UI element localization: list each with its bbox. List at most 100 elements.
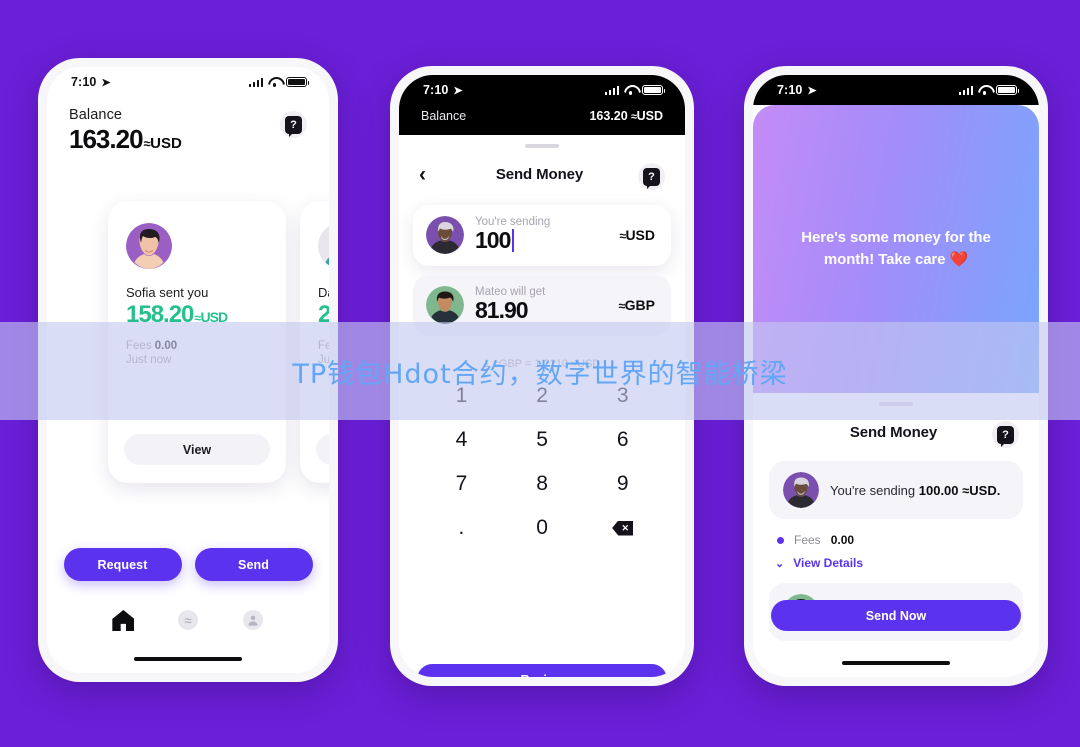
confirm-sheet: Send Money ? You're sending 100.00 ≈USD.… (753, 393, 1039, 677)
request-button[interactable]: Request (63, 548, 182, 581)
key-0[interactable]: 0 (502, 516, 583, 540)
page-title: Send Money (495, 166, 584, 183)
key-4[interactable]: 4 (421, 428, 502, 452)
transactions-carousel[interactable]: Sofia sent you 158.20 ≈USD Fees 0.00 Jus… (47, 183, 329, 483)
key-decimal[interactable]: . (421, 516, 502, 540)
page-title: Send Money (849, 424, 938, 441)
numeric-keypad[interactable]: 1 2 3 4 5 6 7 8 9 . 0 ✕ (399, 384, 685, 540)
help-button[interactable]: ? (991, 421, 1019, 448)
home-indicator (842, 660, 950, 665)
sending-amount-input[interactable]: 100 (475, 228, 608, 253)
receiving-currency: ≈GBP (618, 297, 655, 313)
key-8[interactable]: 8 (502, 472, 583, 496)
help-button[interactable]: ? (280, 111, 307, 138)
key-2[interactable]: 2 (502, 384, 583, 408)
send-money-sheet: ‹ Send Money ? You're sending 100 ≈USD M… (399, 135, 685, 677)
help-button[interactable]: ? (637, 163, 665, 190)
status-right (248, 76, 310, 88)
phone-3-send-money-confirm: 7:10 ➤ Here's some money for the month! … (744, 66, 1048, 686)
sending-amount-value: 100 (475, 227, 511, 254)
transaction-sender: Dan sent you (318, 285, 329, 300)
key-7[interactable]: 7 (421, 472, 502, 496)
sending-summary-row: You're sending 100.00 ≈USD. (769, 461, 1023, 519)
avatar (426, 286, 464, 324)
avatar (126, 223, 172, 269)
help-icon: ? (285, 115, 302, 137)
key-3[interactable]: 3 (582, 384, 663, 408)
transaction-currency: ≈USD (194, 309, 228, 325)
wifi-icon (978, 85, 991, 95)
phone-2-screen: 7:10 ➤ Balance 1 6 3. 2 0 ≈USD ‹ Send Money (399, 75, 685, 677)
battery-icon (642, 84, 666, 96)
status-time: 7:10 (777, 83, 803, 97)
view-button[interactable]: View (124, 434, 270, 465)
key-5[interactable]: 5 (502, 428, 583, 452)
avatar (783, 472, 819, 508)
balance-currency: ≈USD (143, 135, 182, 152)
balance-label: Balance (421, 109, 467, 123)
view-details-label: View Details (793, 556, 864, 570)
chevron-down-icon: ⌄ (775, 557, 785, 570)
status-right (604, 84, 666, 96)
home-indicator (134, 656, 242, 661)
transaction-sender: Sofia sent you (126, 285, 209, 300)
location-arrow-icon: ➤ (101, 76, 111, 89)
balance-value: 163.20 (69, 124, 144, 154)
sheet-header: Send Money ? (753, 406, 1039, 448)
key-1[interactable]: 1 (421, 384, 502, 408)
fees-row: Fees 0.00 (777, 533, 1039, 547)
status-time: 7:10 (423, 83, 449, 97)
review-button[interactable]: Review (417, 664, 667, 677)
sending-currency: ≈USD (619, 227, 655, 243)
view-button[interactable]: View (316, 434, 329, 465)
status-left: 7:10 ➤ (423, 83, 463, 97)
transaction-amount: 20.00 ≈USD (318, 301, 329, 329)
fees-label: Fees (318, 340, 329, 352)
sidebar-item-wallet[interactable]: ≈ (177, 609, 199, 631)
help-icon: ? (996, 425, 1014, 447)
battery-icon (286, 76, 310, 88)
phone-3-screen: 7:10 ➤ Here's some money for the month! … (753, 75, 1039, 677)
transaction-fees: Fees 0.00 (126, 340, 268, 352)
status-left: 7:10 ➤ (777, 83, 817, 97)
avatar (318, 223, 329, 269)
back-button[interactable]: ‹ (419, 164, 441, 185)
transaction-timestamp: Just now (126, 354, 172, 366)
status-bar: 7:10 ➤ (753, 75, 1039, 105)
balance-amount: 163.20 ≈USD (69, 124, 182, 155)
status-bar: 7:10 ➤ (399, 75, 685, 105)
bottom-tab-bar: ≈ (47, 609, 329, 631)
card-tab-accent (132, 189, 262, 213)
sending-amount-card[interactable]: You're sending 100 ≈USD (413, 205, 671, 266)
balance-header: Balance 163.20 ≈USD ? (47, 97, 329, 155)
key-9[interactable]: 9 (582, 472, 663, 496)
location-arrow-icon: ➤ (807, 84, 817, 97)
fees-value: 0.00 (154, 340, 178, 352)
phone-2-send-money-keypad: 7:10 ➤ Balance 1 6 3. 2 0 ≈USD ‹ Send Money (390, 66, 694, 686)
sending-summary-text: You're sending 100.00 ≈USD. (830, 483, 1000, 498)
key-backspace[interactable]: ✕ (582, 516, 663, 540)
key-6[interactable]: 6 (582, 428, 663, 452)
sheet-header: ‹ Send Money ? (399, 148, 685, 190)
receiving-amount-body: Mateo will get 81.90 (475, 286, 608, 323)
sending-amount: 100.00 ≈USD. (918, 482, 1001, 498)
status-right (958, 84, 1020, 96)
person-icon (242, 610, 263, 630)
sidebar-item-profile[interactable] (242, 609, 264, 631)
send-now-button[interactable]: Send Now (771, 600, 1021, 631)
transaction-card[interactable]: Sofia sent you 158.20 ≈USD Fees 0.00 Jus… (108, 189, 286, 483)
wave-icon: ≈ (177, 610, 198, 630)
sidebar-item-home[interactable] (112, 609, 134, 631)
help-icon: ? (642, 167, 660, 189)
fees-value: 0.00 (830, 533, 855, 547)
screenshot-stage: 7:10 ➤ Balance 163.20 ≈USD ? Sofia sent … (0, 0, 1080, 747)
send-button[interactable]: Send (194, 548, 313, 581)
card-tab-accent (324, 189, 329, 213)
primary-actions: Request Send (47, 548, 329, 581)
view-details-link[interactable]: ⌄ View Details (775, 556, 1039, 570)
status-bar: 7:10 ➤ (47, 67, 329, 97)
battery-icon (996, 84, 1020, 96)
phone-1-screen: 7:10 ➤ Balance 163.20 ≈USD ? Sofia sent … (47, 67, 329, 673)
transaction-card[interactable]: Dan sent you 20.00 ≈USD Fees 0.00 Just n… (300, 189, 329, 483)
phone-1-home-screen: 7:10 ➤ Balance 163.20 ≈USD ? Sofia sent … (38, 58, 338, 682)
